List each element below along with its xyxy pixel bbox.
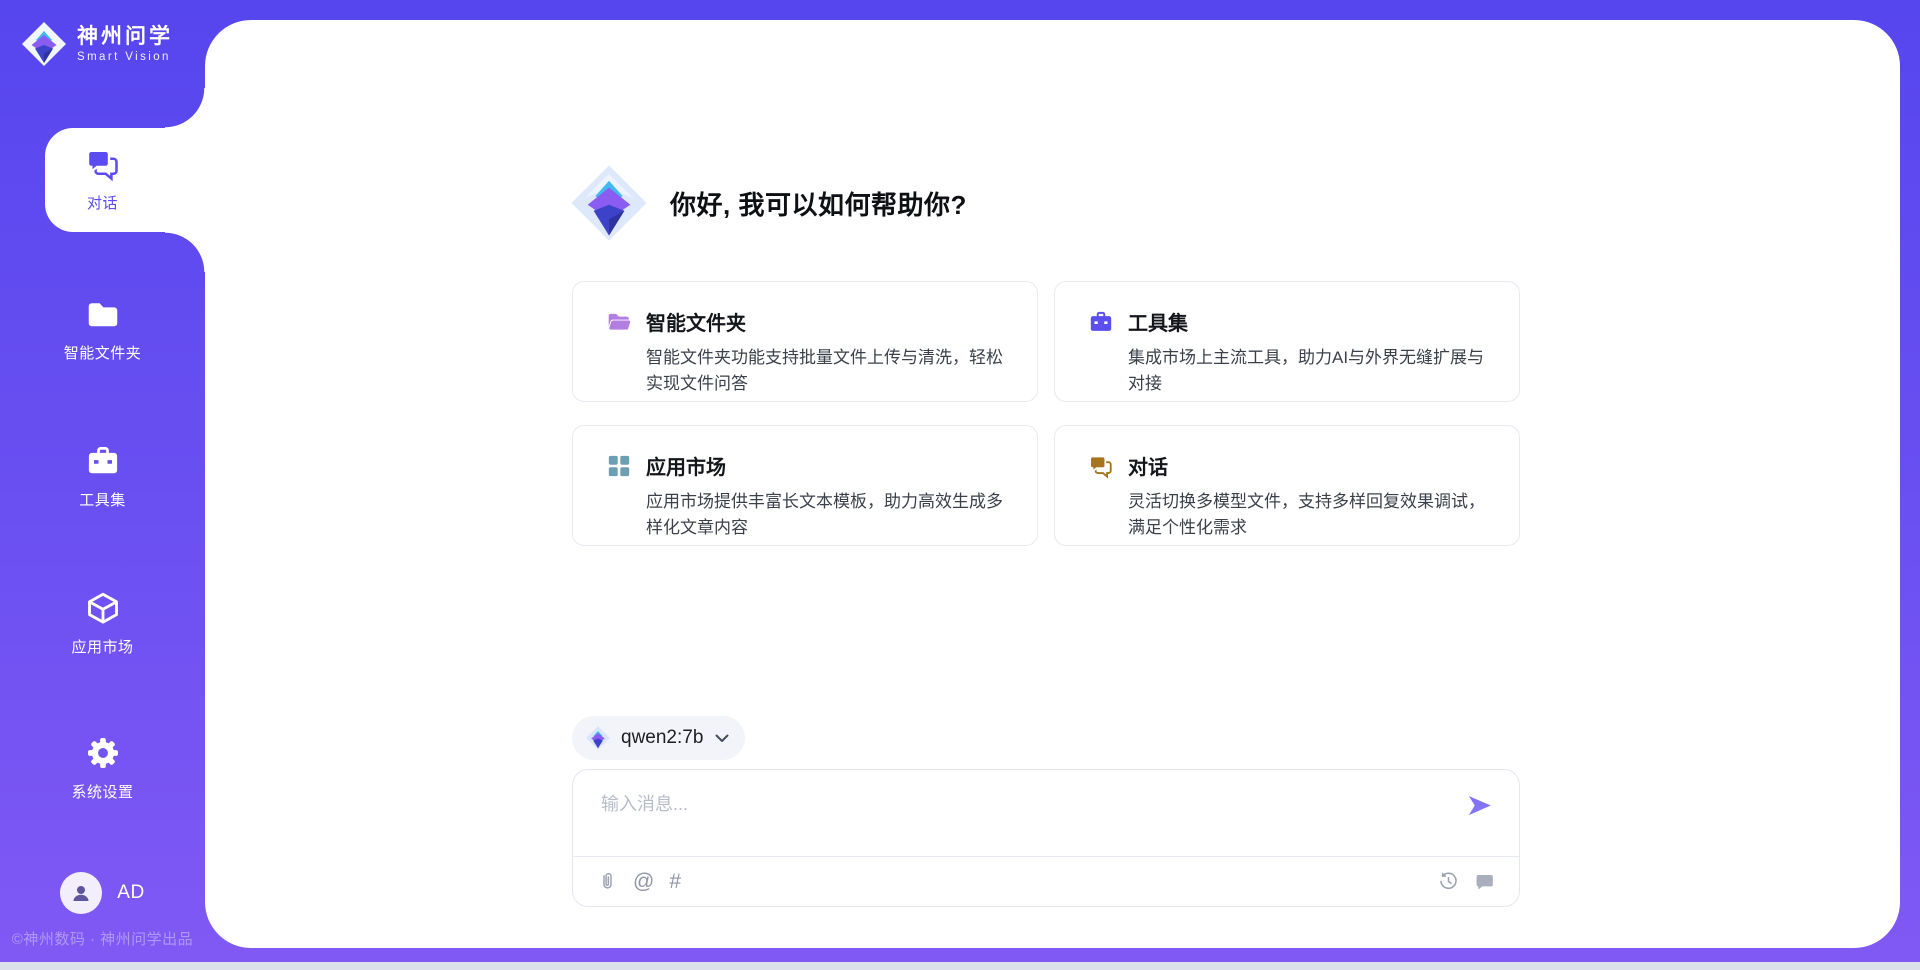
chat-icon: [85, 146, 121, 182]
user-account[interactable]: AD: [0, 872, 205, 914]
sidebar-item-label: 应用市场: [71, 636, 133, 657]
brand-logo: 神州问学 Smart Vision: [20, 20, 173, 68]
brand-name: 神州问学: [77, 25, 173, 49]
mention-icon[interactable]: @: [633, 871, 654, 892]
sidebar-footer-text: ©神州数码 · 神州问学出品: [0, 928, 205, 949]
toolbox-icon: [85, 443, 121, 479]
folder-icon: [85, 296, 121, 332]
history-button[interactable]: [1438, 871, 1459, 892]
hashtag-icon[interactable]: #: [669, 871, 681, 892]
send-button[interactable]: [1466, 792, 1493, 819]
composer-toolbar: @ #: [573, 857, 1519, 906]
history-icon: [1438, 871, 1459, 892]
sidebar-item-label: 对话: [87, 192, 118, 213]
card-app-market[interactable]: 应用市场 应用市场提供丰富长文本模板，助力高效生成多样化文章内容: [572, 425, 1038, 546]
person-icon: [69, 881, 93, 905]
attach-file-button[interactable]: [597, 871, 618, 892]
feature-cards: 智能文件夹 智能文件夹功能支持批量文件上传与清洗，轻松实现文件问答 工具集 集成…: [572, 281, 1520, 546]
card-description: 灵活切换多模型文件，支持多样回复效果调试，满足个性化需求: [1128, 489, 1495, 540]
folder-open-icon: [606, 309, 632, 335]
chat-history-button[interactable]: [1474, 871, 1495, 892]
card-toolset[interactable]: 工具集 集成市场上主流工具，助力AI与外界无缝扩展与对接: [1054, 281, 1520, 402]
chat-bubble-icon: [1474, 871, 1495, 892]
card-smart-folder[interactable]: 智能文件夹 智能文件夹功能支持批量文件上传与清洗，轻松实现文件问答: [572, 281, 1038, 402]
card-title: 工具集: [1128, 307, 1188, 336]
bottom-edge-strip: [0, 962, 1920, 970]
chat-icon: [1088, 453, 1114, 479]
card-description: 智能文件夹功能支持批量文件上传与清洗，轻松实现文件问答: [646, 345, 1013, 396]
gear-icon: [85, 735, 121, 771]
brand-diamond-icon: [20, 20, 68, 68]
greeting-header: 你好, 我可以如何帮助你?: [568, 162, 967, 244]
model-diamond-icon: [585, 725, 611, 751]
greeting-title: 你好, 我可以如何帮助你?: [670, 185, 967, 222]
sidebar-item-chat[interactable]: 对话: [0, 146, 205, 213]
sidebar-item-label: 工具集: [79, 489, 126, 510]
card-title: 对话: [1128, 451, 1168, 480]
user-name: AD: [117, 882, 144, 904]
sidebar-item-app-market[interactable]: 应用市场: [0, 590, 205, 657]
model-name: qwen2:7b: [621, 727, 703, 749]
paperclip-icon: [597, 871, 618, 892]
model-selector[interactable]: qwen2:7b: [572, 716, 745, 760]
avatar: [60, 872, 102, 914]
brand-diamond-icon: [568, 162, 650, 244]
chevron-down-icon: [715, 734, 729, 743]
message-input[interactable]: [601, 790, 1431, 848]
sidebar-item-settings[interactable]: 系统设置: [0, 735, 205, 802]
sidebar-item-toolset[interactable]: 工具集: [0, 443, 205, 510]
card-chat[interactable]: 对话 灵活切换多模型文件，支持多样回复效果调试，满足个性化需求: [1054, 425, 1520, 546]
brand-subtitle: Smart Vision: [77, 51, 173, 63]
send-icon: [1466, 792, 1493, 819]
card-description: 集成市场上主流工具，助力AI与外界无缝扩展与对接: [1128, 345, 1495, 396]
main-panel: 你好, 我可以如何帮助你? 智能文件夹 智能文件夹功能支持批量文件上传与清洗，轻…: [205, 20, 1900, 948]
grid-icon: [606, 453, 632, 479]
message-composer: @ #: [572, 769, 1520, 907]
card-title: 智能文件夹: [646, 307, 746, 336]
sidebar: 神州问学 Smart Vision 对话 智能文件夹 工具集 应用市场: [0, 0, 205, 970]
sidebar-item-label: 智能文件夹: [64, 342, 142, 363]
sidebar-item-label: 系统设置: [71, 781, 133, 802]
card-title: 应用市场: [646, 451, 726, 480]
card-description: 应用市场提供丰富长文本模板，助力高效生成多样化文章内容: [646, 489, 1013, 540]
briefcase-icon: [1088, 309, 1114, 335]
cube-icon: [85, 590, 121, 626]
sidebar-item-smart-folder[interactable]: 智能文件夹: [0, 296, 205, 363]
